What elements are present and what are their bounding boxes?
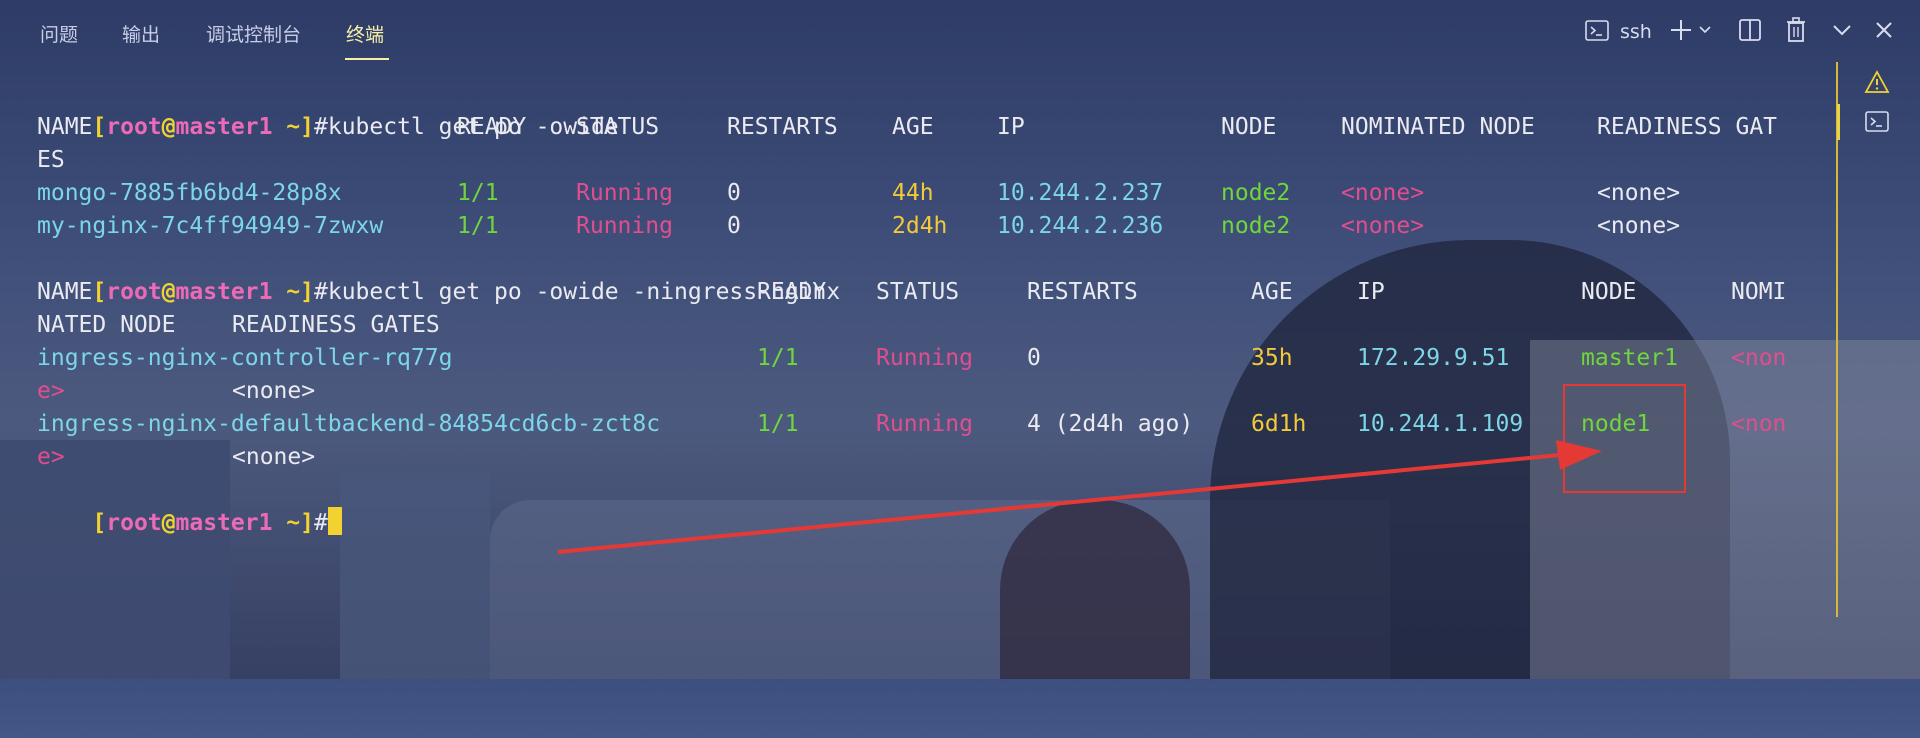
annotation-arrow xyxy=(557,440,1602,554)
